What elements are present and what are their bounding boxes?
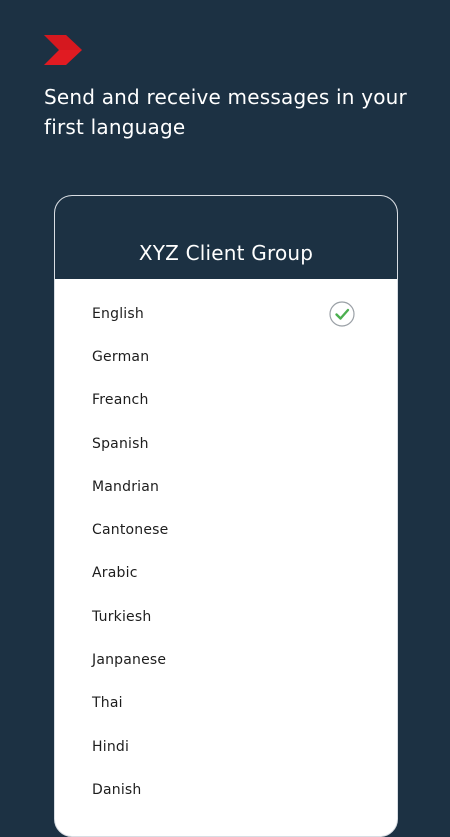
language-item-freanch[interactable]: Freanch (55, 379, 397, 422)
language-label: Danish (92, 781, 142, 798)
language-item-turkiesh[interactable]: Turkiesh (55, 595, 397, 638)
language-label: Freanch (92, 392, 149, 409)
language-item-spanish[interactable]: Spanish (55, 422, 397, 465)
language-item-janpanese[interactable]: Janpanese (55, 638, 397, 681)
language-label: Arabic (92, 565, 138, 582)
language-label: Turkiesh (92, 608, 152, 625)
language-item-danish[interactable]: Danish (55, 768, 397, 811)
language-label: German (92, 348, 150, 365)
language-card: XYZ Client Group English German Freanch … (54, 195, 398, 837)
check-circle-icon (329, 301, 355, 327)
language-item-arabic[interactable]: Arabic (55, 552, 397, 595)
card-header: XYZ Client Group (55, 196, 397, 279)
language-item-cantonese[interactable]: Cantonese (55, 508, 397, 551)
language-label: Mandrian (92, 478, 160, 495)
language-item-hindi[interactable]: Hindi (55, 725, 397, 768)
card-title: XYZ Client Group (138, 241, 314, 265)
language-label: English (92, 305, 144, 322)
language-label: Hindi (92, 738, 130, 755)
language-list: English German Freanch Spanish Mandrian … (55, 279, 397, 812)
language-item-thai[interactable]: Thai (55, 682, 397, 725)
language-label: Spanish (92, 435, 149, 452)
language-label: Janpanese (92, 652, 167, 669)
red-chevron-logo-icon (44, 35, 82, 65)
language-item-mandrian[interactable]: Mandrian (55, 465, 397, 508)
page-headline: Send and receive messages in your first … (44, 85, 407, 139)
language-label: Thai (92, 695, 123, 712)
language-item-english[interactable]: English (55, 292, 397, 335)
language-item-german[interactable]: German (55, 335, 397, 378)
language-label: Cantonese (92, 522, 169, 539)
